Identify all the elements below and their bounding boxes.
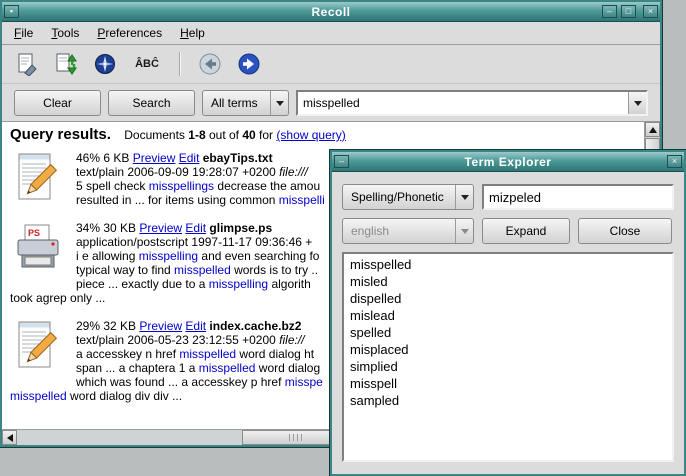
term-list-item[interactable]: sampled [344, 392, 672, 409]
menu-bar: FileToolsPreferencesHelp [2, 22, 660, 45]
show-query-link[interactable]: (show query) [276, 128, 345, 142]
result-url: file:/// [279, 165, 308, 179]
refresh-index-icon[interactable] [51, 49, 81, 79]
close-button[interactable]: × [643, 5, 658, 18]
preview-link[interactable]: Preview [139, 319, 182, 333]
minimize-button[interactable]: – [602, 5, 617, 18]
search-controls-row: Clear Search All terms [2, 84, 660, 122]
results-title: Query results. [10, 126, 111, 143]
expansion-mode-combobox[interactable]: Spelling/Phonetic [342, 184, 474, 210]
menu-item-tools[interactable]: Tools [42, 23, 88, 43]
expand-button[interactable]: Expand [482, 218, 570, 244]
menu-item-preferences[interactable]: Preferences [88, 23, 171, 43]
preview-link[interactable]: Preview [139, 221, 182, 235]
chevron-down-icon [270, 91, 288, 115]
edit-link[interactable]: Edit [185, 221, 206, 235]
edit-link[interactable]: Edit [185, 319, 206, 333]
term-list-item[interactable]: dispelled [344, 290, 672, 307]
term-list-item[interactable]: simplied [344, 358, 672, 375]
term-list-item[interactable]: misspell [344, 375, 672, 392]
term-list-item[interactable]: misplaced [344, 341, 672, 358]
term-explorer-icon[interactable]: ÂBĈ [129, 49, 165, 79]
term-explorer-row2: english Expand Close [342, 218, 674, 244]
term-explorer-window: – Term Explorer × Spelling/Phonetic engl… [330, 150, 686, 476]
results-docs-label: Documents [124, 128, 185, 142]
result-relevance: 29% 32 KB [76, 319, 139, 333]
query-input[interactable] [298, 96, 628, 110]
menu-item-file[interactable]: File [5, 23, 42, 43]
result-filename: ebayTips.txt [199, 151, 272, 165]
chevron-down-icon [455, 219, 473, 243]
scroll-left-button[interactable] [2, 430, 17, 445]
term-list-item[interactable]: misspelled [344, 256, 672, 273]
language-value: english [351, 224, 389, 238]
query-combobox[interactable] [296, 90, 648, 116]
toolbar-separator [179, 52, 181, 76]
term-explorer-title: Term Explorer [332, 155, 684, 169]
menu-item-help[interactable]: Help [171, 23, 214, 43]
main-titlebar[interactable]: ▪ Recoll – □ × [2, 2, 660, 22]
edit-link[interactable]: Edit [179, 151, 200, 165]
window-title: Recoll [2, 5, 660, 19]
desktop: ▪ Recoll – □ × FileToolsPreferencesHelp [0, 0, 686, 476]
text-file-icon [14, 153, 62, 205]
maximize-button[interactable]: □ [621, 5, 636, 18]
term-list-item[interactable]: misled [344, 273, 672, 290]
result-filename: index.cache.bz2 [206, 319, 301, 333]
expansion-mode-value: Spelling/Phonetic [351, 190, 444, 204]
result-relevance: 46% 6 KB [76, 151, 133, 165]
results-for: for [259, 128, 273, 142]
postscript-file-icon: PS [14, 223, 62, 275]
result-url: file:// [279, 333, 304, 347]
language-combobox: english [342, 218, 474, 244]
compass-icon[interactable] [90, 49, 120, 79]
forward-icon[interactable] [234, 49, 264, 79]
term-list-item[interactable]: spelled [344, 324, 672, 341]
text-file-icon [14, 321, 62, 373]
term-list[interactable]: misspelledmisleddispelledmisleadspelledm… [342, 252, 674, 462]
back-icon[interactable] [195, 49, 225, 79]
term-mode-combobox[interactable]: All terms [202, 90, 289, 116]
results-total: 40 [242, 128, 255, 142]
svg-text:PS: PS [28, 228, 40, 238]
chevron-down-icon [455, 185, 473, 209]
window-menu-button[interactable]: ▪ [4, 5, 19, 18]
term-list-item[interactable]: mislead [344, 307, 672, 324]
toolbar: ÂBĈ [2, 45, 660, 84]
result-filename: glimpse.ps [206, 221, 272, 235]
result-relevance: 34% 30 KB [76, 221, 139, 235]
clear-button[interactable]: Clear [14, 90, 101, 116]
window-menu-button[interactable]: – [334, 155, 349, 168]
preview-link[interactable]: Preview [133, 151, 176, 165]
term-explorer-titlebar[interactable]: – Term Explorer × [332, 152, 684, 172]
scroll-up-button[interactable] [645, 122, 660, 137]
results-out-of: out of [209, 128, 239, 142]
query-dropdown-icon[interactable] [628, 92, 646, 114]
term-explorer-row1: Spelling/Phonetic [342, 184, 674, 210]
clear-search-icon[interactable] [12, 49, 42, 79]
term-mode-value: All terms [211, 96, 258, 110]
term-input[interactable] [482, 184, 674, 210]
results-range: 1-8 [188, 128, 205, 142]
search-button[interactable]: Search [108, 90, 195, 116]
results-header: Query results. Documents 1-8 out of 40 f… [10, 128, 638, 142]
close-dialog-button[interactable]: Close [578, 218, 672, 244]
close-button[interactable]: × [667, 155, 682, 168]
